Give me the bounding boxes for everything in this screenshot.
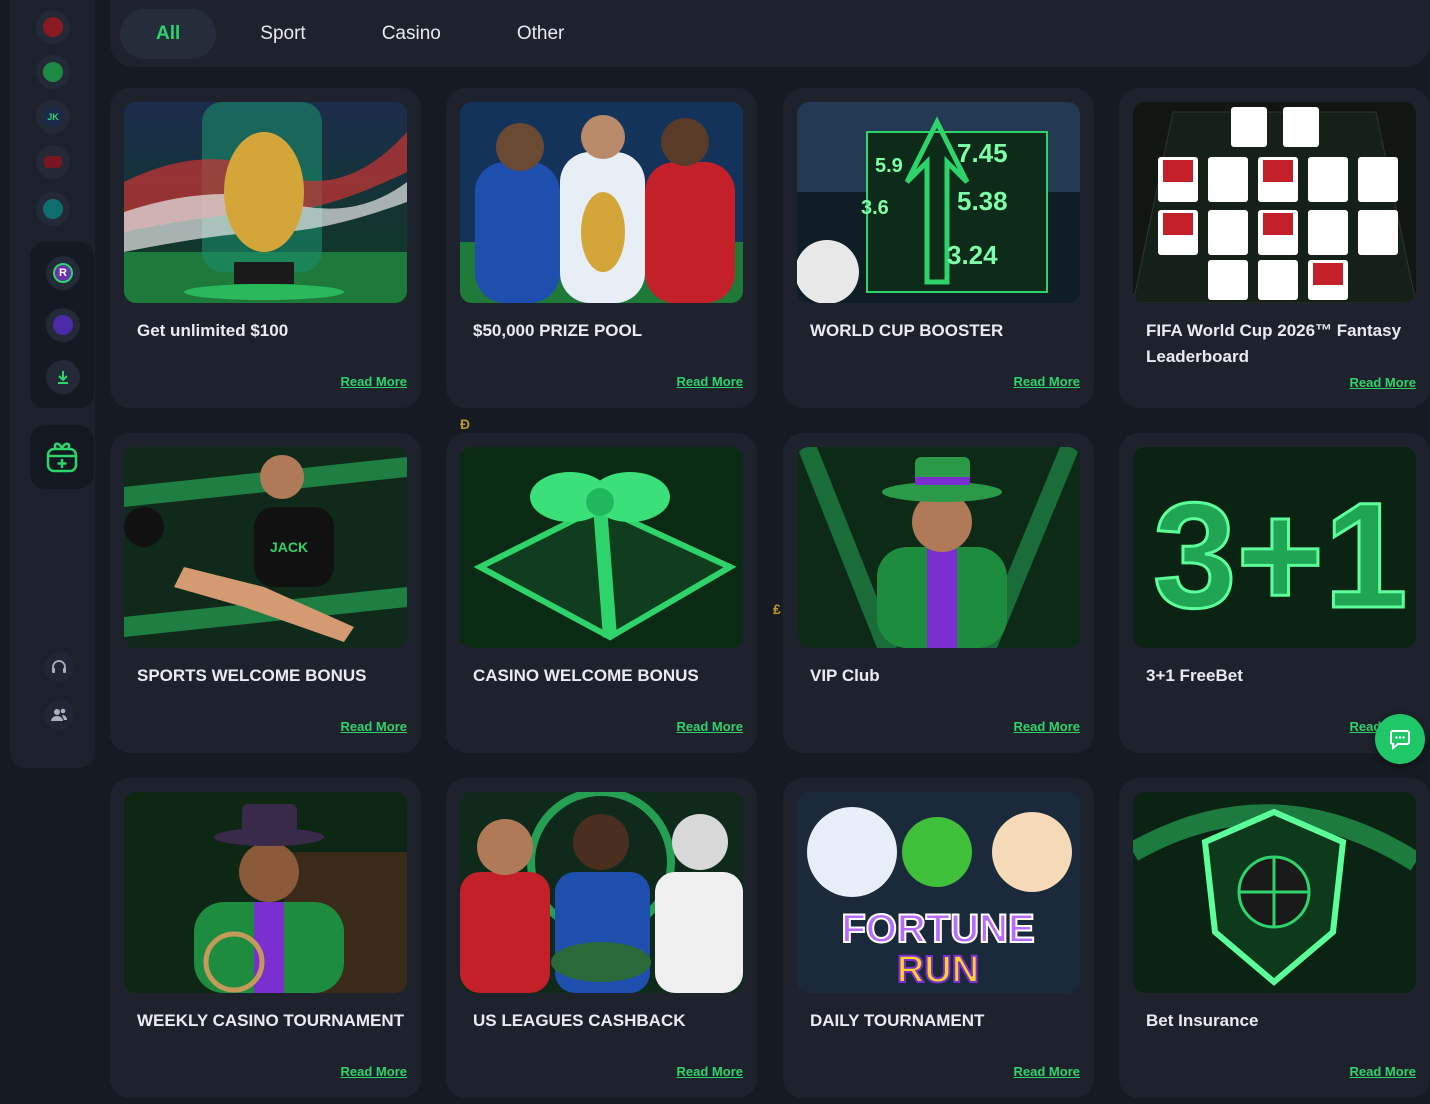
promo-image-booster: 7.45 5.38 3.24 5.9 3.6: [797, 102, 1080, 303]
odds-text: 5.9: [875, 155, 903, 177]
promo-image-gift-box: [460, 447, 743, 648]
users-icon[interactable]: [44, 700, 74, 730]
odds-text: 7.45: [957, 138, 1008, 168]
promo-card[interactable]: $50,000 PRIZE POOL Read More: [446, 88, 757, 408]
fortune-text: FORTUNE: [841, 907, 1034, 951]
read-more-link[interactable]: Read More: [1014, 1064, 1080, 1079]
read-more-link[interactable]: Read More: [1014, 719, 1080, 734]
promo-title: FIFA World Cup 2026™ Fantasy Leaderboard: [1146, 321, 1402, 366]
promo-image-fantasy-pitch: [1133, 102, 1416, 303]
read-more-link[interactable]: Read More: [1014, 374, 1080, 389]
hexagon-icon[interactable]: [46, 308, 80, 342]
read-more-link[interactable]: Read More: [677, 1064, 743, 1079]
promo-card[interactable]: Bet Insurance Read More: [1119, 778, 1430, 1098]
promo-title: CASINO WELCOME BONUS: [473, 666, 699, 685]
promo-image-football-players: [460, 102, 743, 303]
tab-other[interactable]: Other: [479, 9, 603, 59]
promo-image-casino-tournament: [124, 792, 407, 993]
tab-all[interactable]: All: [120, 8, 217, 59]
promo-card[interactable]: VIP Club Read More: [783, 433, 1094, 753]
tab-sport[interactable]: Sport: [222, 9, 343, 59]
headset-icon[interactable]: [44, 652, 74, 682]
cards-icon[interactable]: [36, 145, 70, 179]
sidebar: JK R: [10, 0, 95, 768]
chat-bubble-icon: [1390, 730, 1410, 750]
poker-chip-icon[interactable]: [36, 10, 70, 44]
odds-text: 5.38: [957, 186, 1008, 216]
promo-title: $50,000 PRIZE POOL: [473, 321, 643, 340]
promo-title: US LEAGUES CASHBACK: [473, 1011, 686, 1030]
promo-image-vip-character: [797, 447, 1080, 648]
promo-card[interactable]: 7.45 5.38 3.24 5.9 3.6 WORLD CUP BOOSTER…: [783, 88, 1094, 408]
read-more-link[interactable]: Read More: [1350, 1064, 1416, 1079]
promo-title: Bet Insurance: [1146, 1011, 1259, 1030]
coin-icon: ₤: [773, 601, 781, 617]
read-more-link[interactable]: Read More: [341, 374, 407, 389]
run-text: RUN: [897, 949, 979, 991]
promo-title: Get unlimited $100: [137, 321, 289, 340]
promo-image-world-cup-trophy: [124, 102, 407, 303]
promo-image-fortune-run: FORTUNE RUN: [797, 792, 1080, 993]
promo-title: SPORTS WELCOME BONUS: [137, 666, 367, 685]
download-icon[interactable]: [46, 360, 80, 394]
jack-logo-icon[interactable]: JK: [36, 100, 70, 134]
rocket-icon[interactable]: [36, 192, 70, 226]
gift-plus-icon: [46, 442, 78, 473]
promo-card[interactable]: FORTUNE RUN DAILY TOURNAMENT Read More: [783, 778, 1094, 1098]
promo-card[interactable]: WEEKLY CASINO TOURNAMENT Read More: [110, 778, 421, 1098]
odds-text: 3.24: [947, 240, 998, 270]
category-tabs: All Sport Casino Other: [110, 0, 1430, 67]
r-coin-icon[interactable]: R: [46, 256, 80, 290]
promo-image-sports-character: JACK: [124, 447, 407, 648]
promo-card[interactable]: CASINO WELCOME BONUS Read More: [446, 433, 757, 753]
promo-title: VIP Club: [810, 666, 880, 685]
promo-title: WEEKLY CASINO TOURNAMENT: [137, 1011, 404, 1030]
read-more-link[interactable]: Read More: [677, 374, 743, 389]
promotions-button[interactable]: [30, 425, 94, 489]
odds-text: 3.6: [861, 197, 889, 219]
promo-title: WORLD CUP BOOSTER: [810, 321, 1004, 340]
read-more-link[interactable]: Read More: [1350, 375, 1416, 390]
promo-title: DAILY TOURNAMENT: [810, 1011, 985, 1030]
soccer-icon[interactable]: [36, 55, 70, 89]
promo-image-bet-insurance: [1133, 792, 1416, 993]
promo-image-freebet: 3+1: [1133, 447, 1416, 648]
read-more-link[interactable]: Read More: [341, 1064, 407, 1079]
freebet-text: 3+1: [1153, 471, 1407, 639]
chat-button[interactable]: [1375, 714, 1425, 764]
sidebar-group: R: [30, 242, 94, 408]
tab-casino[interactable]: Casino: [344, 9, 479, 59]
promo-card[interactable]: Get unlimited $100 Read More: [110, 88, 421, 408]
promo-card[interactable]: FIFA World Cup 2026™ Fantasy Leaderboard…: [1119, 88, 1430, 408]
promo-card[interactable]: JACK SPORTS WELCOME BONUS Read More: [110, 433, 421, 753]
promo-card[interactable]: US LEAGUES CASHBACK Read More: [446, 778, 757, 1098]
promo-image-us-leagues: [460, 792, 743, 993]
promo-title: 3+1 FreeBet: [1146, 666, 1243, 685]
coin-icon: Ð: [460, 416, 471, 432]
read-more-link[interactable]: Read More: [677, 719, 743, 734]
promo-card[interactable]: 3+1 3+1 FreeBet Read More: [1119, 433, 1430, 753]
read-more-link[interactable]: Read More: [341, 719, 407, 734]
jersey-text: JACK: [270, 539, 308, 555]
